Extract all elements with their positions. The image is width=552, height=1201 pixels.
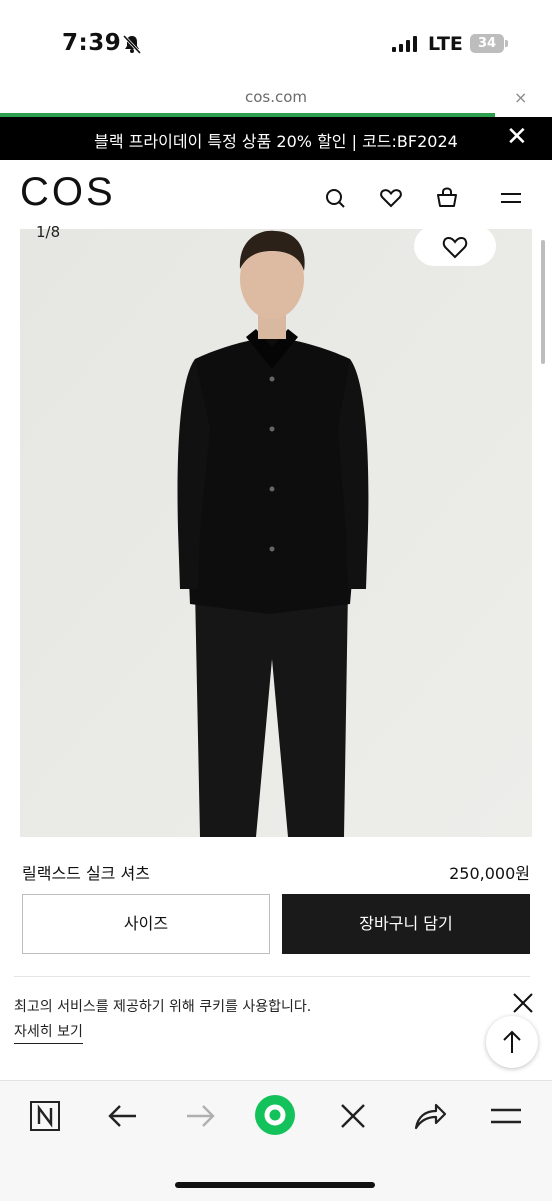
home-indicator [175, 1182, 375, 1188]
product-name: 릴랙스드 실크 셔츠 [22, 864, 150, 883]
logo[interactable]: COS [20, 170, 116, 215]
model-illustration [20, 229, 532, 837]
scrollbar[interactable] [541, 240, 545, 364]
image-counter: 1/8 [36, 223, 61, 241]
promo-close-icon[interactable]: ✕ [506, 123, 528, 151]
share-icon[interactable] [412, 1098, 448, 1134]
back-arrow-icon[interactable] [105, 1098, 141, 1134]
heart-icon[interactable] [378, 185, 404, 211]
battery-icon: 34 [470, 34, 504, 53]
search-icon[interactable] [322, 185, 348, 211]
signal-icon [392, 36, 417, 52]
green-circle-icon[interactable] [254, 1094, 296, 1136]
product-price: 250,000원 [449, 864, 530, 883]
favorite-button[interactable] [414, 226, 496, 266]
n-icon[interactable] [27, 1098, 63, 1134]
divider [14, 976, 530, 977]
arrow-up-icon [503, 1030, 521, 1053]
status-time: 7:39 [62, 30, 122, 56]
heart-icon [442, 236, 468, 259]
bell-slash-icon [122, 34, 142, 54]
menu-icon[interactable] [498, 185, 524, 211]
hamburger-icon[interactable] [488, 1098, 524, 1134]
bag-icon[interactable] [434, 185, 460, 211]
forward-arrow-icon[interactable] [182, 1098, 218, 1134]
cookie-message: 최고의 서비스를 제공하기 위해 쿠키를 사용합니다. [14, 999, 312, 1015]
url-close-icon[interactable]: × [514, 88, 527, 107]
product-image[interactable] [20, 229, 532, 837]
back-to-top-button[interactable] [486, 1016, 538, 1068]
url-text[interactable]: cos.com [0, 88, 552, 106]
cookie-details-link[interactable]: 자세히 보기 [14, 1021, 83, 1044]
cookie-close-icon[interactable] [512, 992, 534, 1014]
battery-cap [505, 40, 508, 47]
add-to-cart-button[interactable]: 장바구니 담기 [282, 894, 530, 954]
network-label: LTE [428, 33, 463, 55]
close-icon[interactable] [335, 1098, 371, 1134]
promo-text[interactable]: 블랙 프라이데이 특정 상품 20% 할인 | 코드:BF2024 [0, 128, 552, 152]
size-button[interactable]: 사이즈 [22, 894, 270, 954]
